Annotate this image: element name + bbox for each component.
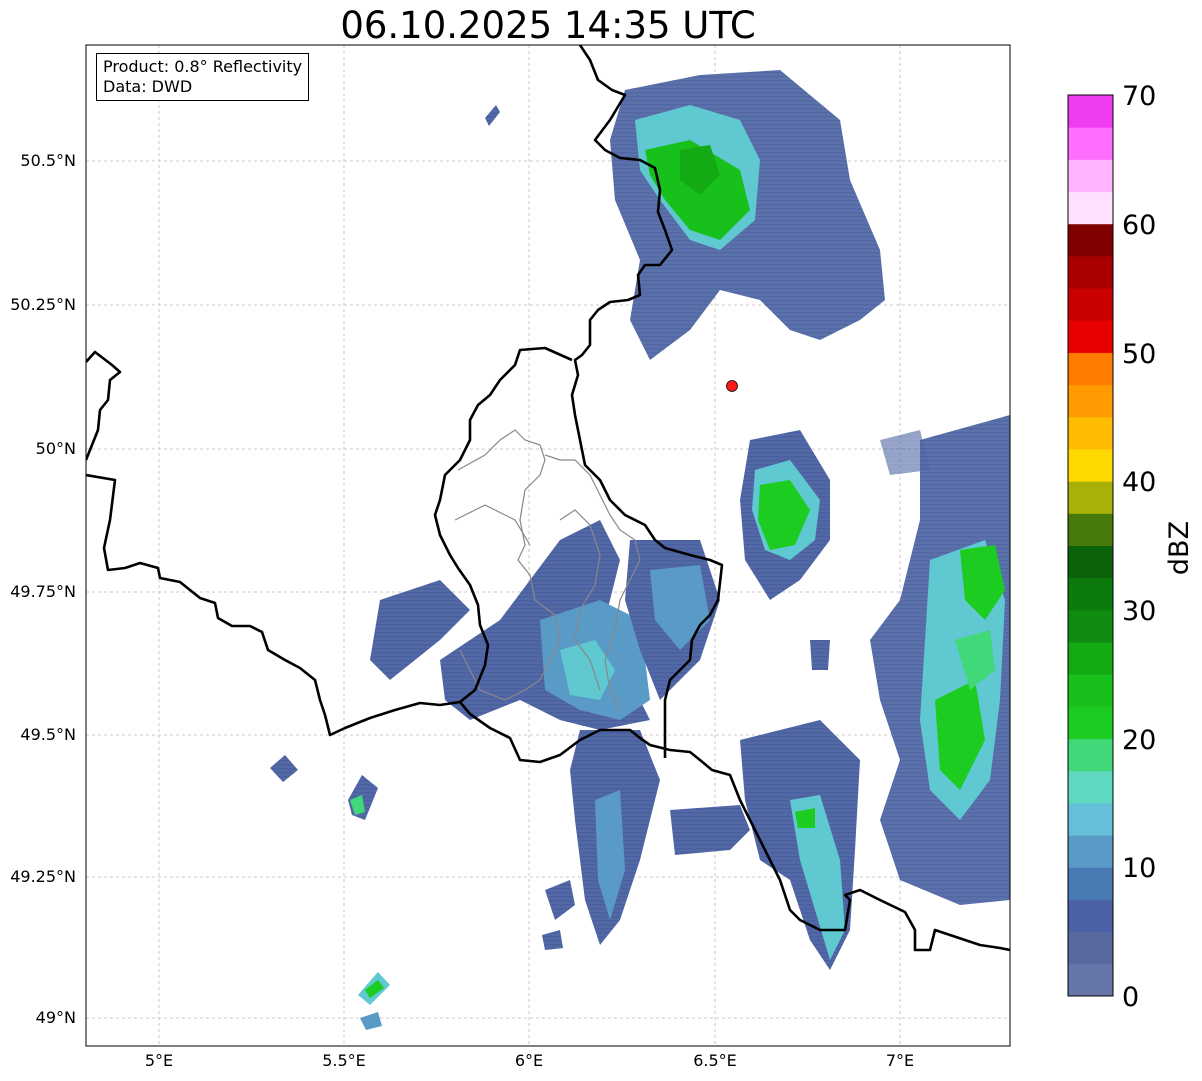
- colorbar-bin: [1068, 963, 1113, 997]
- colorbar-tick-label: 30: [1122, 596, 1156, 627]
- colorbar-bin: [1068, 770, 1113, 804]
- colorbar-tick-label: 60: [1122, 210, 1156, 241]
- lon-tick-label: 7°E: [886, 1051, 914, 1070]
- colorbar-bin: [1068, 738, 1113, 772]
- colorbar-unit: dBZ: [1164, 521, 1195, 575]
- colorbar-bin: [1068, 255, 1113, 289]
- colorbar-bin: [1068, 642, 1113, 675]
- colorbar-bin: [1068, 191, 1113, 225]
- colorbar-bin: [1068, 802, 1113, 836]
- lat-tick-label: 49.75°N: [10, 582, 76, 601]
- colorbar-bin: [1068, 545, 1113, 579]
- colorbar-bin: [1068, 320, 1113, 353]
- data-source-label: Data: DWD: [103, 77, 193, 96]
- colorbar-bin: [1068, 481, 1113, 514]
- colorbar-bin: [1068, 674, 1113, 707]
- lon-tick-label: 5°E: [145, 1051, 173, 1070]
- colorbar-bin: [1068, 352, 1113, 386]
- colorbar-tick-label: 40: [1122, 467, 1156, 498]
- colorbar-tick-label: 0: [1122, 982, 1139, 1013]
- colorbar-bin: [1068, 899, 1113, 933]
- lat-tick-label: 49.5°N: [20, 725, 76, 744]
- colorbar-bin: [1068, 159, 1113, 193]
- colorbar-bin: [1068, 384, 1113, 418]
- colorbar-bin: [1068, 223, 1113, 257]
- colorbar-tick-label: 20: [1122, 725, 1156, 756]
- lat-tick-label: 49°N: [36, 1008, 76, 1027]
- colorbar-bin: [1068, 288, 1113, 321]
- lon-tick-label: 6.5°E: [693, 1051, 737, 1070]
- product-label: Product: 0.8° Reflectivity: [103, 57, 303, 76]
- lat-tick-label: 50.25°N: [10, 295, 76, 314]
- colorbar-bin: [1068, 706, 1113, 740]
- colorbar-tick-label: 50: [1122, 339, 1156, 370]
- lat-tick-label: 50.5°N: [20, 151, 76, 170]
- colorbar: [1068, 95, 1113, 997]
- colorbar-bin: [1068, 127, 1113, 160]
- colorbar-bin: [1068, 513, 1113, 546]
- colorbar-bin: [1068, 931, 1113, 965]
- colorbar-bin: [1068, 577, 1113, 611]
- lon-tick-label: 5.5°E: [322, 1051, 366, 1070]
- colorbar-bin: [1068, 416, 1113, 450]
- radar-map: 50.5°N 50.25°N 50°N 49.75°N 49.5°N 49.25…: [10, 44, 1195, 1070]
- colorbar-bin: [1068, 867, 1113, 900]
- colorbar-tick-label: 10: [1122, 853, 1156, 884]
- colorbar-ticks: 0 10 20 30 40 50 60 70: [1122, 81, 1156, 1013]
- colorbar-bin: [1068, 609, 1113, 643]
- colorbar-tick-label: 70: [1122, 81, 1156, 112]
- lon-tick-label: 6°E: [515, 1051, 543, 1070]
- colorbar-bin: [1068, 448, 1113, 482]
- lat-tick-label: 50°N: [36, 439, 76, 458]
- lat-tick-label: 49.25°N: [10, 867, 76, 886]
- info-box: Product: 0.8° Reflectivity Data: DWD: [96, 53, 310, 101]
- colorbar-bin: [1068, 95, 1113, 128]
- colorbar-bin: [1068, 835, 1113, 868]
- radar-site-marker: [726, 380, 738, 392]
